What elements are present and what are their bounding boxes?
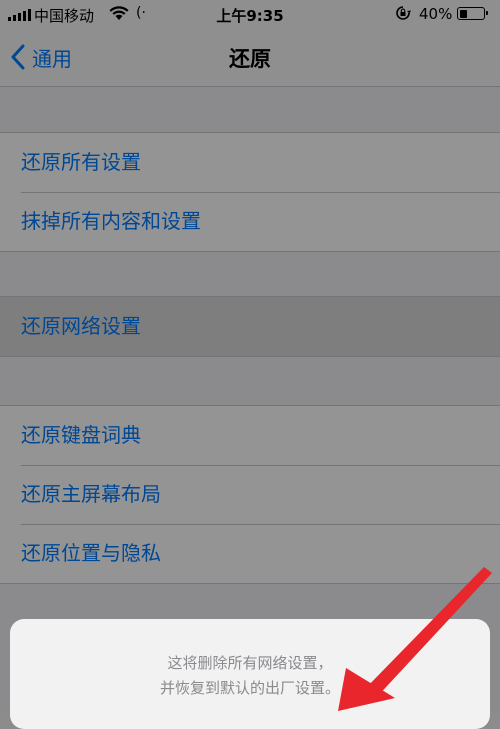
action-sheet: 这将删除所有网络设置， 并恢复到默认的出厂设置。 (10, 619, 490, 729)
action-sheet-line-2: 并恢复到默认的出厂设置。 (159, 679, 340, 697)
dim-overlay[interactable] (0, 0, 500, 711)
action-sheet-line-1: 这将删除所有网络设置， (167, 654, 333, 672)
action-sheet-message: 这将删除所有网络设置， 并恢复到默认的出厂设置。 (10, 651, 490, 701)
